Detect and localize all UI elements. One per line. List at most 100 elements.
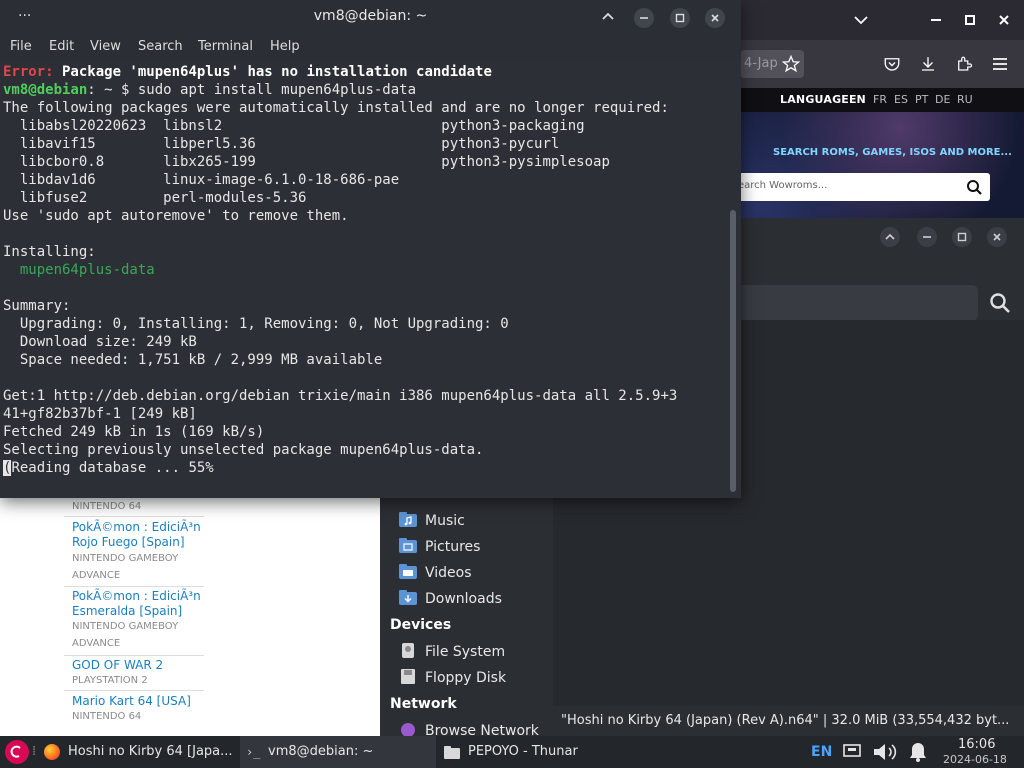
search-icon[interactable]	[962, 176, 986, 198]
task-firefox[interactable]: Hoshi no Kirby 64 [Japa...	[40, 736, 237, 768]
sidebar-item-floppy-disk[interactable]: Floppy Disk	[399, 669, 506, 686]
terminal-line: (Reading database ... 55%	[3, 459, 214, 477]
terminal-line: Error: Package 'mupen64plus' has no inst…	[3, 63, 492, 81]
game-platform: NINTENDO 64	[72, 501, 142, 512]
terminal-scrollbar[interactable]	[730, 210, 736, 492]
chevron-up-icon[interactable]	[880, 227, 900, 247]
task-thunar[interactable]: PEPOYO - Thunar	[440, 736, 636, 768]
task-terminal[interactable]: ›_ vm8@debian: ~	[240, 736, 436, 768]
terminal-menubar: File Edit View Search Terminal Help	[0, 34, 741, 60]
extensions-icon[interactable]	[948, 48, 980, 80]
sidebar-item-label: Music	[425, 513, 465, 529]
progress-text: Reading database ... 55%	[11, 460, 214, 476]
terminal-line: Get:1 http://deb.debian.org/debian trixi…	[3, 388, 678, 404]
task-label: Hoshi no Kirby 64 [Japa...	[68, 744, 233, 759]
menu-edit[interactable]: Edit	[49, 39, 74, 54]
game-title-link[interactable]: Mario Kart 64 [USA]	[72, 694, 191, 708]
location-bar[interactable]	[702, 285, 978, 321]
debian-menu-icon[interactable]	[5, 740, 29, 764]
terminal-output[interactable]: Error: Package 'mupen64plus' has no inst…	[0, 62, 728, 496]
prompt-user-host: vm8@debian	[3, 82, 88, 98]
sidebar-item-label: File System	[425, 644, 506, 660]
terminal-line: Fetched 249 kB in 1s (169 kB/s)	[3, 424, 265, 440]
site-tagline: SEARCH ROMS, GAMES, ISOS AND MORE...	[773, 147, 1012, 158]
terminal-line: libfuse2 perl-modules-5.36	[3, 190, 307, 206]
lang-en[interactable]: EN	[849, 93, 866, 106]
clock-time[interactable]: 16:06	[958, 737, 995, 752]
keyboard-layout-indicator[interactable]: EN	[811, 736, 832, 768]
maximize-icon[interactable]	[952, 227, 972, 247]
menu-help[interactable]: Help	[270, 39, 300, 54]
taskbar-separator: ⁞	[32, 744, 37, 759]
search-icon[interactable]	[988, 291, 1012, 315]
game-title-link[interactable]: Rojo Fuego [Spain]	[72, 535, 185, 549]
notification-bell-icon[interactable]	[906, 740, 930, 764]
list-divider	[64, 690, 204, 691]
sidebar-item-videos[interactable]: Videos	[399, 564, 472, 581]
pocket-icon[interactable]	[876, 48, 908, 80]
music-folder-icon	[399, 512, 417, 527]
terminal-line: Use 'sudo apt autoremove' to remove them…	[3, 208, 349, 224]
sidebar-item-pictures[interactable]: Pictures	[399, 538, 480, 555]
menu-search[interactable]: Search	[138, 39, 183, 54]
sidebar-item-label: Browse Network	[425, 723, 539, 736]
floppy-disk-icon	[399, 669, 417, 684]
lang-ru[interactable]: RU	[957, 93, 973, 106]
game-platform: NINTENDO GAMEBOY	[72, 621, 179, 632]
lang-es[interactable]: ES	[894, 93, 908, 106]
terminal-line: libabsl20220623 libnsl2 python3-packagin…	[3, 118, 585, 134]
sidebar-item-browse-network[interactable]: Browse Network	[399, 722, 539, 736]
lang-fr[interactable]: FR	[873, 93, 887, 106]
minimize-icon[interactable]	[634, 8, 654, 28]
game-title-link[interactable]: PokÃ©mon : EdiciÃ³n	[72, 589, 201, 603]
maximize-icon[interactable]	[670, 8, 690, 28]
downloads-folder-icon	[399, 590, 417, 605]
close-icon[interactable]	[987, 227, 1007, 247]
task-label: vm8@debian: ~	[268, 744, 374, 759]
bookmark-star-icon[interactable]	[775, 48, 807, 80]
network-wired-icon[interactable]	[843, 742, 861, 760]
terminal-line: Download size: 249 kB	[3, 334, 197, 350]
terminal-line: The following packages were automaticall…	[3, 100, 669, 116]
game-title-link[interactable]: PokÃ©mon : EdiciÃ³n	[72, 520, 201, 534]
maximize-icon[interactable]	[954, 4, 986, 36]
game-platform: NINTENDO GAMEBOY	[72, 553, 179, 564]
terminal-line: vm8@debian: ~ $ sudo apt install mupen64…	[3, 81, 416, 99]
list-divider	[64, 586, 204, 587]
error-label: Error:	[3, 64, 54, 80]
terminal-line: mupen64plus-data	[3, 262, 155, 278]
menu-hamburger-icon[interactable]	[984, 48, 1016, 80]
close-icon[interactable]	[988, 4, 1020, 36]
language-label: LANGUAGE	[780, 93, 850, 106]
game-platform: ADVANCE	[72, 638, 121, 649]
sidebar-item-label: Floppy Disk	[425, 670, 507, 686]
list-divider	[64, 516, 204, 517]
sidebar-item-music[interactable]: Music	[399, 512, 465, 529]
terminal-line: libdav1d6 linux-image-6.1.0-18-686-pae	[3, 172, 400, 188]
clock-date[interactable]: 2024-06-18	[943, 753, 1007, 766]
game-title-link[interactable]: Esmeralda [Spain]	[72, 604, 182, 618]
folder-icon	[444, 746, 460, 759]
chevron-up-icon[interactable]	[598, 7, 618, 27]
lang-pt[interactable]: PT	[915, 93, 928, 106]
minimize-icon[interactable]	[917, 227, 937, 247]
downloads-icon[interactable]	[912, 48, 944, 80]
menu-terminal[interactable]: Terminal	[198, 39, 253, 54]
volume-icon[interactable]	[872, 741, 898, 763]
terminal-line: 41+gf82b37bf-1 [249 kB]	[3, 406, 197, 422]
terminal-line: libavif15 libperl5.36 python3-pycurl	[3, 136, 560, 152]
task-label: PEPOYO - Thunar	[468, 744, 578, 759]
terminal-line: Summary:	[3, 298, 71, 314]
chevron-down-icon[interactable]	[845, 4, 877, 36]
sidebar-item-file-system[interactable]: File System	[399, 643, 505, 660]
minimize-icon[interactable]	[920, 4, 952, 36]
menu-view[interactable]: View	[90, 39, 121, 54]
sidebar-item-downloads[interactable]: Downloads	[399, 590, 502, 607]
lang-de[interactable]: DE	[935, 93, 950, 106]
game-platform: NINTENDO 64	[72, 711, 142, 722]
url-text: 4-Jap	[744, 56, 778, 71]
game-title-link[interactable]: GOD OF WAR 2	[72, 658, 163, 672]
close-icon[interactable]	[705, 8, 725, 28]
menu-file[interactable]: File	[10, 39, 32, 54]
sidebar-item-label: Pictures	[425, 539, 481, 555]
